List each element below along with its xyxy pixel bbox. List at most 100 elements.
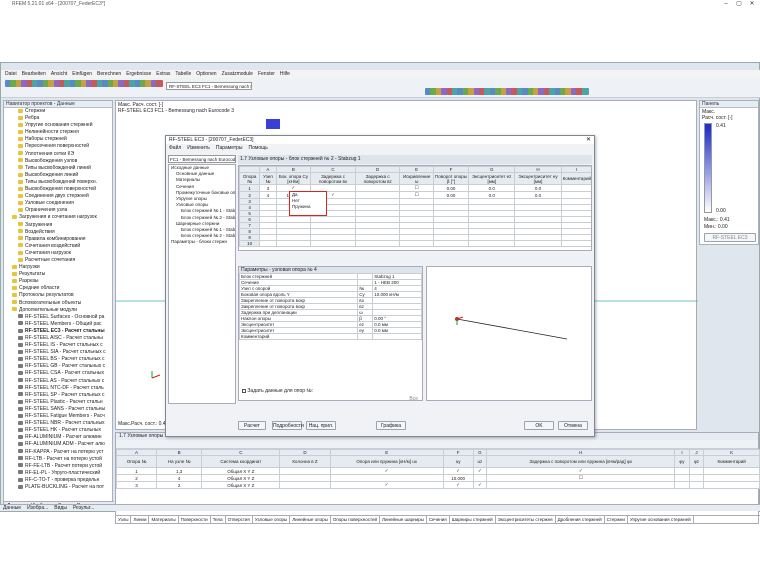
table-cell[interactable]: 0.0 [514, 184, 562, 192]
table-cell[interactable] [399, 240, 434, 247]
table-cell[interactable]: 4 [259, 191, 277, 199]
navigator-item[interactable]: RF-STEEL SP - Расчет стальных с [6, 392, 112, 399]
table-cell[interactable] [279, 474, 331, 482]
navigator-item[interactable]: Стержни [6, 108, 112, 115]
navigator-item[interactable]: RF-STEEL NBR - Расчет стальных [6, 420, 112, 427]
status-tab[interactable]: Данные [3, 505, 21, 511]
table-cell[interactable] [514, 240, 562, 247]
status-tab[interactable]: Виды [54, 505, 67, 511]
table-cell[interactable] [674, 474, 690, 482]
table-tab[interactable]: Узловые опоры [253, 516, 291, 523]
table-tab[interactable]: Узлы [116, 516, 132, 523]
table-cell[interactable]: 10.000 [442, 474, 474, 482]
navigator-item[interactable]: Типы высвобождений поверхн. [6, 179, 112, 186]
table-cell[interactable]: 1,3 [156, 467, 203, 475]
navigator-item[interactable]: RF-STEEL BS - Расчет стальных с [6, 356, 112, 363]
parameter-cell[interactable] [372, 333, 422, 340]
table-cell[interactable] [432, 240, 470, 247]
menu-item[interactable]: Tabelle [175, 70, 191, 78]
table-cell[interactable]: Общая X Y Z [201, 467, 281, 475]
table-cell[interactable]: 0.0 [468, 184, 516, 192]
navigator-item[interactable]: RF-STEEL AS - Расчет стальных с [6, 378, 112, 385]
table-cell[interactable] [472, 474, 488, 482]
table-cell[interactable]: ☐ [486, 474, 676, 482]
cancel-button[interactable]: Отмена [558, 421, 588, 430]
navigator-item[interactable]: RF-STEEL Plastic - Расчет стальн [6, 399, 112, 406]
navigator-item[interactable]: Соединения двух стержней [6, 193, 112, 200]
menu-item[interactable]: Zusatzmodule [222, 70, 253, 78]
menu-item[interactable]: Ergebnisse [126, 70, 151, 78]
table-cell[interactable] [674, 481, 690, 489]
dropdown-option[interactable]: Пружина [290, 204, 326, 210]
table-cell[interactable]: Общая X Y Z [201, 474, 281, 482]
table-tab[interactable]: Линейные опоры [290, 516, 331, 523]
all-supports-checkbox[interactable] [242, 388, 246, 393]
navigator-item[interactable]: Сочетания нагрузок [6, 250, 112, 257]
status-tab[interactable]: Результ... [73, 505, 94, 511]
table-cell[interactable] [354, 191, 401, 199]
navigator-item[interactable]: RF-ALUMINIUM - Расчет алюмин [6, 434, 112, 441]
menu-item[interactable]: Datei [5, 70, 17, 78]
navigator-item[interactable]: Расчетные сочетания [6, 257, 112, 264]
menu-item[interactable]: Extras [156, 70, 170, 78]
panel-module-button[interactable]: RF-STEEL EC3 [704, 233, 756, 242]
table-cell[interactable] [468, 240, 516, 247]
dialog-close-icon[interactable]: ✕ [586, 136, 591, 143]
table-cell[interactable] [329, 474, 444, 482]
navigator-item[interactable]: RF-STEEL Members - Общий рас [6, 321, 112, 328]
navigator-item[interactable]: RF-STEEL HK - Расчет стальных [6, 427, 112, 434]
table-cell[interactable]: ☐ [399, 191, 434, 199]
navigator-item[interactable]: RF-STEEL Fatigue Members - Расч [6, 413, 112, 420]
navigator-item[interactable]: Средние области [6, 285, 112, 292]
menu-item[interactable]: Optionen [196, 70, 216, 78]
module-select[interactable]: RF-STEEL EC3 FC1 - Bemessung nach E [166, 82, 252, 90]
table-cell[interactable]: 0.00 [432, 191, 470, 199]
table-cell[interactable]: 1 [115, 467, 158, 475]
navigator-item[interactable]: Типы высвобождений линий [6, 165, 112, 172]
dialog-menu-item[interactable]: Помощь [249, 144, 268, 152]
table-cell[interactable] [688, 474, 705, 482]
table-cell[interactable]: 0.0 [468, 191, 516, 199]
table-tab[interactable]: Тела [211, 516, 226, 523]
navigator-item[interactable]: Уплотнения сетки КЭ [6, 151, 112, 158]
table-cell[interactable]: 4 [156, 474, 203, 482]
navigator-item[interactable]: RF-STEEL Surfaces - Основной ра [6, 314, 112, 321]
national-annex-button[interactable]: Нац. прил. [306, 421, 336, 430]
navigator-item[interactable]: RF-KAPPA - Расчет на потерю уст [6, 449, 112, 456]
table-cell[interactable] [310, 240, 356, 247]
table-cell[interactable]: ✓ [472, 481, 488, 489]
table-tab[interactable]: Линейные шарниры [380, 516, 427, 523]
table-tab[interactable]: Линии [131, 516, 150, 523]
table-cell[interactable] [688, 481, 705, 489]
table-tab[interactable]: Сечения [427, 516, 450, 523]
table-cell[interactable]: 3 [115, 481, 158, 489]
menu-item[interactable]: Hilfe [280, 70, 290, 78]
navigator-item[interactable]: RF-STEEL GB - Расчет стальных с [6, 363, 112, 370]
navigator-item[interactable]: Разрезы [6, 278, 112, 285]
close-button[interactable]: ✕ [746, 0, 758, 8]
table-cell[interactable]: ☐ [399, 184, 434, 192]
table-cell[interactable]: ✓ [329, 481, 444, 489]
table-cell[interactable] [703, 467, 760, 475]
table-cell[interactable]: 0.0 [514, 191, 562, 199]
table-tab[interactable]: Дробления стержней [556, 516, 605, 523]
dialog-tree-item[interactable]: Параметры - блоки стержн [169, 239, 235, 245]
navigator-item[interactable]: PLATE-BUCKLING - Расчет на пот [6, 484, 112, 491]
navigator-item[interactable]: Протоколы результатов [6, 292, 112, 299]
table-cell[interactable] [275, 240, 312, 247]
navigator-item[interactable]: RF-STEEL EC3 - Расчет стальны [6, 328, 112, 335]
navigator-item[interactable]: RF-STEEL AISC - Расчет стальны [6, 335, 112, 342]
navigator-item[interactable]: Упругие основания стержней [6, 122, 112, 129]
details-button[interactable]: Подробности [272, 421, 304, 430]
navigator-item[interactable]: Результаты [6, 271, 112, 278]
menu-item[interactable]: Fenster [258, 70, 275, 78]
navigator-item[interactable]: RF-FE-LTB - Расчет потери устой [6, 463, 112, 470]
table-cell[interactable] [279, 467, 331, 475]
menu-item[interactable]: Einfügen [72, 70, 92, 78]
navigator-item[interactable]: RF-STEEL SANS - Расчет стальны [6, 406, 112, 413]
navigator-item[interactable]: Загружения [6, 222, 112, 229]
toolbar-tool-icon[interactable] [581, 88, 589, 95]
table-cell[interactable] [703, 474, 760, 482]
navigator-item[interactable]: Ограничения узла [6, 207, 112, 214]
table-cell[interactable]: ✓ [329, 467, 444, 475]
